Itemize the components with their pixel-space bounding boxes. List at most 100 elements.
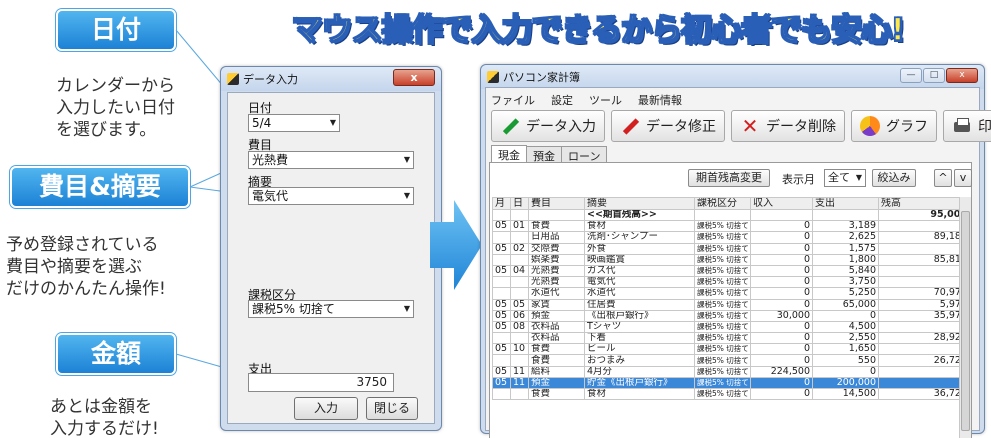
table-row[interactable]: 衣料品 下着 課税5% 切捨て 0 2,550 28,921	[492, 332, 970, 345]
table-cell	[492, 354, 511, 367]
table-cell: 下着	[584, 332, 695, 345]
table-cell: 食費	[528, 343, 585, 356]
data-entry-button[interactable]: データ入力	[491, 110, 605, 142]
scrollbar-thumb[interactable]	[961, 211, 970, 431]
menu-file[interactable]: ファイル	[491, 92, 535, 108]
table-cell: 課税5% 切捨て	[694, 354, 751, 367]
callout-line: あとは金額を	[50, 397, 152, 417]
date-picker[interactable]: 5/4 ▼	[248, 114, 340, 132]
table-row[interactable]: 05 11 預金 貯金《出根戸銀行》 課税5% 切捨て 0 200,000	[492, 376, 970, 390]
table-cell	[510, 276, 529, 289]
col-tax[interactable]: 課税区分	[694, 197, 751, 210]
chevron-down-icon[interactable]: ▼	[404, 152, 410, 168]
toolbar-label: データ削除	[766, 119, 836, 135]
menu-news[interactable]: 最新情報	[638, 92, 682, 108]
menu-settings[interactable]: 設定	[551, 92, 573, 108]
col-income[interactable]: 収入	[750, 197, 813, 210]
table-cell	[878, 343, 970, 356]
table-cell	[510, 287, 529, 300]
table-cell: 光熱費	[528, 276, 585, 289]
data-edit-button[interactable]: データ修正	[611, 110, 725, 142]
table-row[interactable]: 05 06 預金 《出根戸銀行》 課税5% 切捨て 30,000 0 35,971	[492, 309, 970, 322]
table-row[interactable]: 05 01 食費 食材 課税5% 切捨て 0 3,189	[492, 220, 970, 233]
table-cell: 0	[750, 287, 813, 300]
table-row[interactable]: 05 04 光熱費 ガス代 課税5% 切捨て 0 5,840	[492, 264, 970, 278]
table-row[interactable]: 05 02 交際費 外食 課税5% 切捨て 0 1,575	[492, 242, 970, 255]
minimize-icon[interactable]: —	[900, 68, 922, 83]
col-summary[interactable]: 摘要	[584, 197, 695, 210]
table-row[interactable]: 日用品 洗剤･シャンプー 課税5% 切捨て 0 2,625 89,186	[492, 231, 970, 244]
col-category[interactable]: 費目	[528, 197, 585, 210]
table-row[interactable]: 05 08 衣料品 Tシャツ 課税5% 切捨て 0 4,500	[492, 320, 970, 334]
table-row[interactable]: 水道代 水道代 課税5% 切捨て 0 5,250 70,971	[492, 287, 970, 300]
col-expense[interactable]: 支出	[812, 197, 879, 210]
opening-balance-button[interactable]: 期首残高変更	[688, 169, 770, 187]
table-cell: 課税5% 切捨て	[694, 298, 751, 311]
table-cell: 1,650	[812, 343, 879, 356]
printer-icon	[952, 116, 972, 136]
callout-text-date: カレンダーから 入力したい日付 を選びます。	[56, 75, 175, 141]
table-row[interactable]: 光熱費 電気代 課税5% 切捨て 0 3,750	[492, 276, 970, 289]
table-cell	[878, 365, 970, 378]
table-cell: 0	[750, 242, 813, 255]
category-value: 光熱費	[252, 153, 289, 167]
chevron-down-icon[interactable]: ▼	[856, 170, 862, 186]
scroll-down-button[interactable]: v	[954, 169, 972, 187]
table-row[interactable]: 05 10 食費 ビール 課税5% 切捨て 0 1,650	[492, 343, 970, 356]
filter-button[interactable]: 絞込み	[872, 169, 916, 187]
table-cell	[878, 220, 970, 233]
pie-chart-icon	[860, 116, 880, 136]
table-row[interactable]: 05 05 家賃 住居費 課税5% 切捨て 0 65,000 5,971	[492, 298, 970, 311]
table-cell	[492, 276, 511, 289]
table-cell: 0	[750, 332, 813, 345]
table-cell: Tシャツ	[584, 320, 695, 334]
chevron-down-icon[interactable]: ▼	[404, 301, 410, 317]
close-icon[interactable]: x	[946, 68, 978, 83]
callout-line: を選びます。	[56, 120, 157, 140]
print-button[interactable]: 印 刷	[943, 110, 991, 142]
table-row[interactable]: 食費 おつまみ 課税5% 切捨て 0 550 26,721	[492, 354, 970, 367]
table-row[interactable]: 05 11 給料 4月分 課税5% 切捨て 224,500 0	[492, 365, 970, 378]
data-delete-button[interactable]: ✕ データ削除	[731, 110, 845, 142]
graph-button[interactable]: グラフ	[851, 110, 937, 142]
col-day[interactable]: 日	[510, 197, 529, 210]
green-pen-icon	[500, 116, 520, 136]
table-cell	[510, 387, 529, 401]
close-button[interactable]: 閉じる	[366, 397, 418, 420]
col-month[interactable]: 月	[492, 197, 511, 210]
chevron-down-icon[interactable]: ▼	[404, 188, 410, 204]
table-cell	[878, 320, 970, 334]
tax-value: 課税5% 切捨て	[252, 302, 335, 316]
dialog-close-button[interactable]: x	[393, 69, 435, 86]
category-select[interactable]: 光熱費 ▼	[248, 151, 414, 169]
maximize-icon[interactable]: □	[923, 68, 945, 83]
tax-select[interactable]: 課税5% 切捨て ▼	[248, 300, 414, 318]
table-cell: 5,250	[812, 287, 879, 300]
table-cell: 95,000	[878, 208, 970, 222]
scroll-up-button[interactable]: ^	[934, 169, 952, 187]
summary-select[interactable]: 電気代 ▼	[248, 187, 414, 205]
col-balance[interactable]: 残高	[878, 197, 970, 210]
table-cell: <<期首残高>>	[584, 208, 695, 222]
table-cell: 課税5% 切捨て	[694, 365, 751, 378]
table-cell: 05	[492, 343, 511, 356]
table-row[interactable]: <<期首残高>> 95,000	[492, 208, 970, 222]
input-button[interactable]: 入力	[294, 397, 358, 420]
table-cell: 0	[812, 309, 879, 322]
table-cell: 35,971	[878, 309, 970, 322]
table-cell	[528, 208, 585, 222]
ledger-scrollbar[interactable]	[959, 197, 971, 438]
toolbar: データ入力 データ修正 ✕ データ削除 グラフ 印 刷	[491, 110, 991, 142]
table-cell: 食費	[528, 354, 585, 367]
month-select[interactable]: 全て ▼	[824, 169, 866, 187]
menu-tools[interactable]: ツール	[589, 92, 622, 108]
table-cell: 36,721	[878, 387, 970, 401]
table-cell: 26,721	[878, 354, 970, 367]
table-cell: 課税5% 切捨て	[694, 376, 751, 390]
chevron-down-icon[interactable]: ▼	[330, 115, 336, 131]
table-row[interactable]: 娯楽費 映画鑑賞 課税5% 切捨て 0 1,800 85,811	[492, 253, 970, 266]
table-row[interactable]: 食費 食材 課税5% 切捨て 0 14,500 36,721	[492, 387, 970, 401]
table-cell: 05	[510, 298, 529, 311]
callout-badge-date: 日付	[56, 9, 176, 51]
expense-input[interactable]: 3750	[248, 373, 394, 392]
